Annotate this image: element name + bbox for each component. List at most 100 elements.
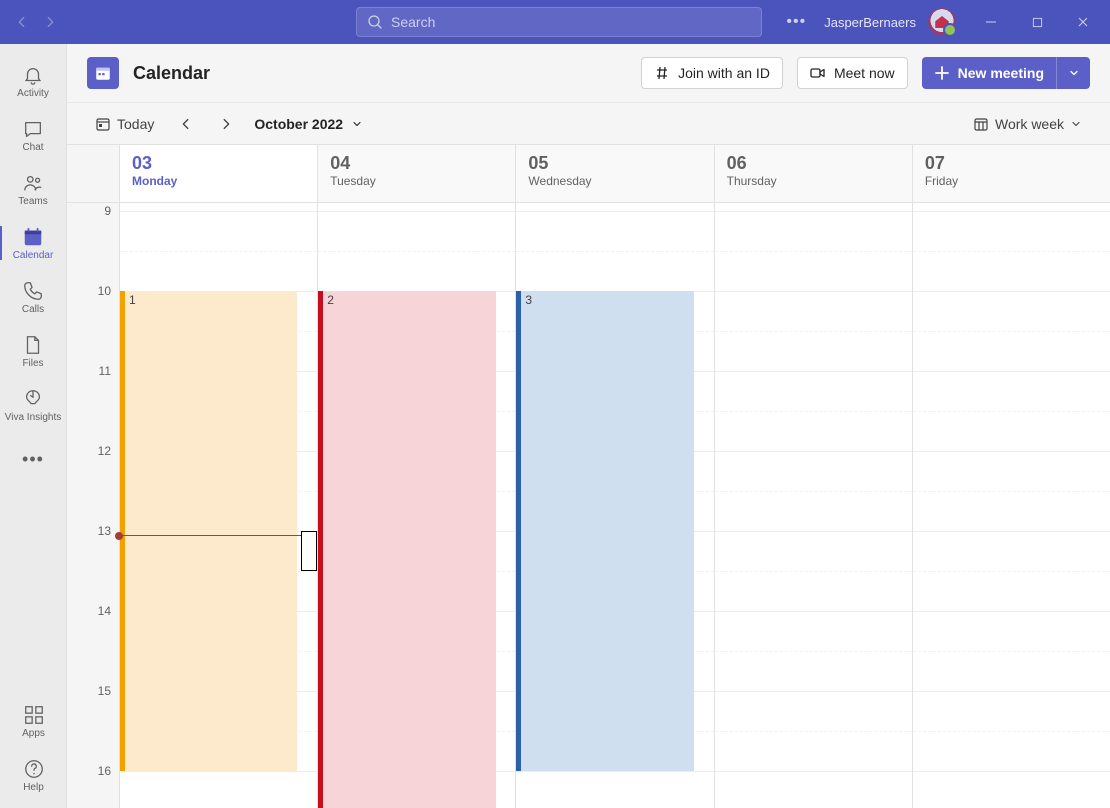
title-bar: ••• JasperBernaers	[0, 0, 1110, 44]
main: Calendar Join with an ID Meet now New me…	[67, 44, 1110, 808]
hour-label: 11	[99, 364, 111, 378]
hash-icon	[654, 65, 670, 81]
rail-label: Files	[22, 358, 43, 369]
hour-label: 13	[98, 524, 111, 538]
search-input[interactable]	[391, 14, 751, 30]
new-meeting-button[interactable]: New meeting	[922, 57, 1056, 89]
settings-more-icon[interactable]: •••	[780, 13, 812, 31]
chevron-down-icon	[1068, 67, 1080, 79]
day-name: Thursday	[727, 174, 900, 188]
day-number: 04	[330, 153, 503, 174]
button-label: New meeting	[958, 65, 1044, 81]
calendar-view-icon	[973, 116, 989, 132]
bell-icon	[22, 64, 44, 86]
today-label: Today	[117, 116, 154, 132]
event-title: 2	[327, 293, 334, 307]
day-name: Friday	[925, 174, 1098, 188]
meet-now-button[interactable]: Meet now	[797, 57, 908, 89]
day-column[interactable]	[912, 203, 1110, 808]
day-number: 07	[925, 153, 1098, 174]
day-header[interactable]: 04Tuesday	[317, 145, 515, 202]
new-meeting-dropdown[interactable]	[1056, 57, 1090, 89]
nav-back-button[interactable]	[10, 10, 34, 34]
calendar-grid[interactable]: 910111213141516 123	[67, 203, 1110, 808]
day-header[interactable]: 05Wednesday	[515, 145, 713, 202]
calendar-tile-icon	[87, 57, 119, 89]
rail-label: Help	[23, 782, 44, 793]
event-title: 3	[525, 293, 532, 307]
hour-label: 16	[98, 764, 111, 778]
chevron-down-icon	[351, 118, 363, 130]
plus-icon	[934, 65, 950, 81]
nav-history	[4, 10, 68, 34]
event-title: 1	[129, 293, 136, 307]
user-name: JasperBernaers	[824, 15, 916, 30]
left-rail: Activity Chat Teams Calendar Calls Files…	[0, 44, 67, 808]
avatar[interactable]	[928, 8, 956, 36]
month-label-text: October 2022	[254, 116, 343, 132]
day-header[interactable]: 06Thursday	[714, 145, 912, 202]
time-gutter-head	[67, 145, 119, 202]
rail-activity[interactable]: Activity	[0, 54, 67, 108]
rail-help[interactable]: Help	[0, 748, 67, 802]
rail-files[interactable]: Files	[0, 324, 67, 378]
maximize-button[interactable]	[1014, 0, 1060, 44]
rail-calls[interactable]: Calls	[0, 270, 67, 324]
prev-week-button[interactable]	[170, 108, 202, 140]
rail-label: Chat	[22, 142, 43, 153]
day-column[interactable]: 2	[317, 203, 515, 808]
avatar-house-icon	[933, 13, 951, 31]
file-icon	[22, 334, 44, 356]
calendar-header: Calendar Join with an ID Meet now New me…	[67, 44, 1110, 103]
rail-viva-insights[interactable]: Viva Insights	[0, 378, 67, 432]
chevron-down-icon	[1070, 118, 1082, 130]
title-right: ••• JasperBernaers	[780, 0, 1106, 44]
day-column[interactable]: 3	[515, 203, 713, 808]
rail-more[interactable]: •••	[0, 432, 67, 486]
hour-label: 15	[98, 684, 111, 698]
rail-label: Viva Insights	[5, 412, 62, 423]
search-icon	[367, 14, 383, 30]
hour-label: 9	[104, 204, 111, 218]
today-button[interactable]: Today	[87, 108, 162, 140]
view-selector[interactable]: Work week	[965, 108, 1090, 140]
teams-icon	[22, 172, 44, 194]
close-button[interactable]	[1060, 0, 1106, 44]
calendar-today-icon	[95, 116, 111, 132]
search-box[interactable]	[356, 7, 762, 37]
day-column[interactable]: 1	[119, 203, 317, 808]
view-label: Work week	[995, 116, 1064, 132]
day-column[interactable]	[714, 203, 912, 808]
calendar-event[interactable]: 3	[516, 291, 693, 771]
join-with-id-button[interactable]: Join with an ID	[641, 57, 783, 89]
calendar-event[interactable]: 1	[120, 291, 297, 771]
page-title: Calendar	[133, 63, 210, 84]
rail-label: Activity	[17, 88, 49, 99]
rail-label: Teams	[18, 196, 47, 207]
hour-label: 14	[98, 604, 111, 618]
nav-forward-button[interactable]	[38, 10, 62, 34]
day-number: 05	[528, 153, 701, 174]
chat-icon	[22, 118, 44, 140]
insights-icon	[22, 388, 44, 410]
day-headers: 03Monday04Tuesday05Wednesday06Thursday07…	[67, 145, 1110, 203]
minimize-button[interactable]	[968, 0, 1014, 44]
rail-teams[interactable]: Teams	[0, 162, 67, 216]
day-header[interactable]: 03Monday	[119, 145, 317, 202]
calendar-event[interactable]: 2	[318, 291, 495, 808]
rail-label: Apps	[22, 728, 45, 739]
day-header[interactable]: 07Friday	[912, 145, 1110, 202]
day-number: 03	[132, 153, 305, 174]
calendar-icon	[22, 226, 44, 248]
more-icon: •••	[22, 449, 44, 470]
rail-chat[interactable]: Chat	[0, 108, 67, 162]
rail-apps[interactable]: Apps	[0, 694, 67, 748]
hour-label: 12	[98, 444, 111, 458]
next-week-button[interactable]	[210, 108, 242, 140]
rail-calendar[interactable]: Calendar	[0, 216, 67, 270]
selected-time-slot[interactable]	[301, 531, 317, 571]
video-icon	[810, 65, 826, 81]
rail-label: Calendar	[13, 250, 54, 261]
chevron-left-icon	[179, 117, 193, 131]
month-picker[interactable]: October 2022	[250, 116, 367, 132]
